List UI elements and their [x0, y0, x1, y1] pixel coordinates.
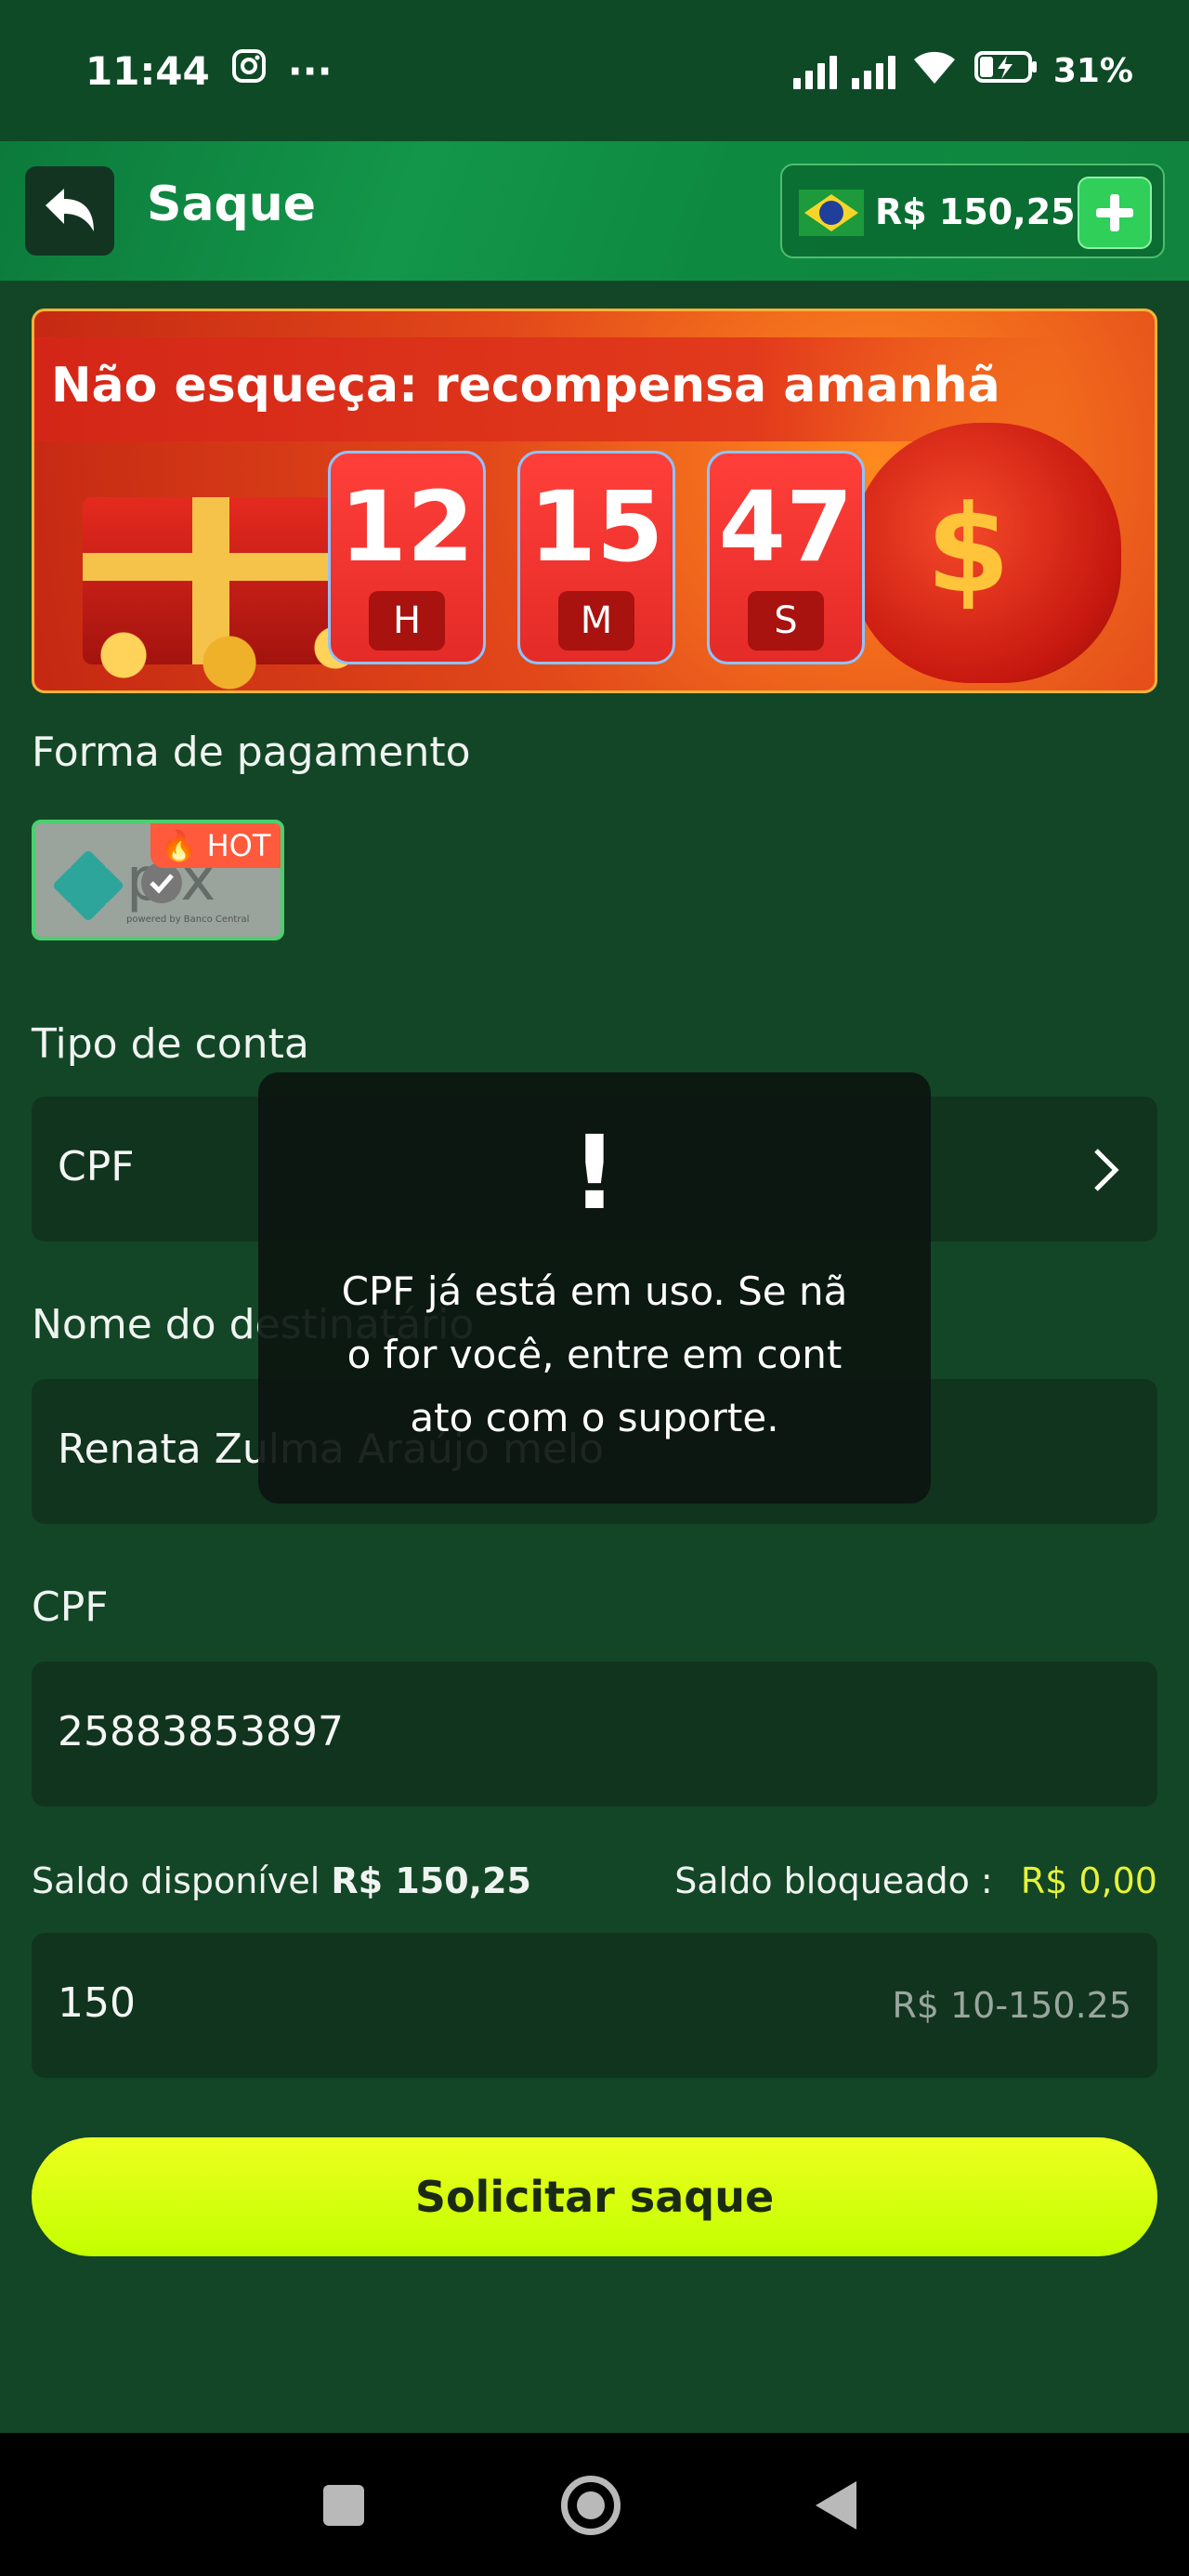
pix-subtitle: powered by Banco Central [126, 914, 250, 925]
balance-display: R$ 150,25 [780, 164, 1165, 258]
cpf-field[interactable]: 25883853897 [32, 1662, 1157, 1807]
blocked-balance-value: R$ 0,00 [1020, 1860, 1157, 1901]
toast-message: CPF já está em uso. Se nã o for você, en… [341, 1268, 848, 1440]
app-header: Saque R$ 150,25 [0, 141, 1189, 281]
back-arrow-icon [46, 189, 94, 231]
flame-icon: 🔥 [160, 828, 198, 863]
home-icon[interactable] [561, 2476, 621, 2535]
battery-charging-icon [973, 48, 1039, 94]
exclamation-icon: ! [570, 1113, 619, 1232]
account-type-label: Tipo de conta [32, 1020, 309, 1068]
dollar-sign-icon: $ [926, 479, 1011, 620]
withdraw-amount-value: 150 [58, 1979, 136, 2027]
hot-badge: 🔥 HOT [150, 823, 281, 868]
deposit-plus-button[interactable] [1078, 177, 1152, 249]
status-time: 11:44 [85, 47, 210, 94]
available-balance-value: R$ 150,25 [331, 1860, 531, 1901]
timer-seconds-value: 47 [718, 470, 854, 584]
request-withdrawal-button[interactable]: Solicitar saque [32, 2137, 1157, 2256]
amount-range-hint: R$ 10-150.25 [892, 1985, 1131, 2026]
timer-hours-unit: H [369, 591, 445, 651]
selected-check-icon [141, 862, 182, 903]
timer-minutes-unit: M [558, 591, 634, 651]
withdraw-amount-field[interactable]: 150 R$ 10-150.25 [32, 1933, 1157, 2078]
payment-method-label: Forma de pagamento [32, 729, 471, 776]
system-nav-bar [0, 2433, 1189, 2576]
cpf-value: 25883853897 [58, 1708, 344, 1755]
available-balance: Saldo disponível R$ 150,25 [32, 1860, 531, 1901]
pix-logo-icon [51, 848, 125, 923]
signal-icon-2 [851, 52, 895, 89]
account-type-value: CPF [58, 1143, 135, 1190]
cpf-label: CPF [32, 1584, 109, 1631]
battery-percent: 31% [1052, 51, 1133, 90]
brazil-flag-icon [799, 190, 864, 236]
signal-icon [792, 52, 837, 89]
timer-hours: 12 H [328, 451, 486, 664]
timer-minutes-value: 15 [529, 470, 664, 584]
back-triangle-icon[interactable] [816, 2481, 856, 2530]
chevron-right-icon [1094, 1149, 1119, 1191]
wifi-icon [910, 48, 959, 94]
timer-minutes: 15 M [517, 451, 675, 664]
plus-icon [1096, 194, 1133, 231]
instagram-icon [230, 47, 268, 94]
recents-icon[interactable] [323, 2485, 364, 2526]
reward-banner[interactable]: Não esqueça: recompensa amanhã $ 12 H 15… [32, 309, 1157, 693]
back-button[interactable] [25, 166, 114, 256]
more-notifications-icon: ··· [287, 47, 333, 94]
page-title: Saque [147, 177, 317, 232]
pix-payment-option[interactable]: pix powered by Banco Central 🔥 HOT [32, 820, 284, 940]
error-toast: ! CPF já está em uso. Se nã o for você, … [258, 1072, 931, 1504]
status-bar: 11:44 ··· 31% [0, 0, 1189, 141]
balance-amount: R$ 150,25 [875, 191, 1076, 232]
blocked-balance: Saldo bloqueado : R$ 0,00 [674, 1860, 1157, 1901]
timer-seconds: 47 S [707, 451, 865, 664]
banner-title: Não esqueça: recompensa amanhã [51, 358, 1000, 414]
timer-seconds-unit: S [748, 591, 824, 651]
timer-hours-value: 12 [339, 470, 475, 584]
